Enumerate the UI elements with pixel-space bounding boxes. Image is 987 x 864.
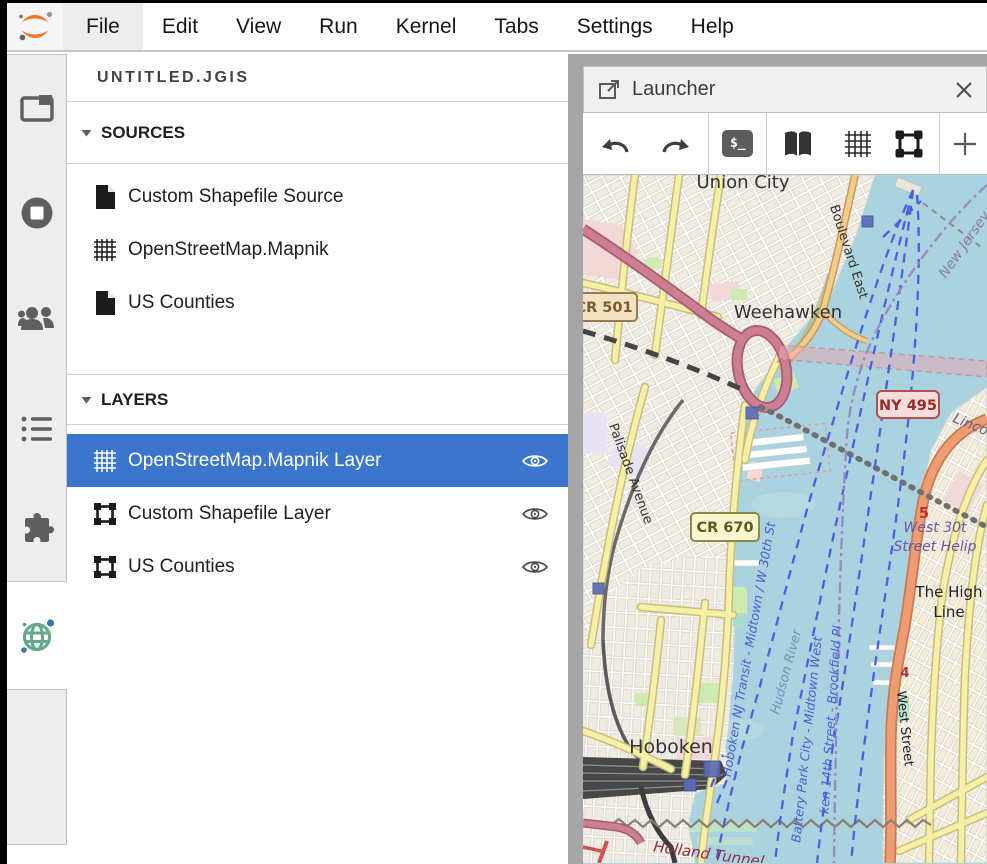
source-item-label: OpenStreetMap.Mapnik <box>128 239 568 261</box>
layers-header-label: LAYERS <box>101 390 168 410</box>
redo-icon <box>661 133 691 155</box>
layer-item-label: OpenStreetMap.Mapnik Layer <box>128 450 511 472</box>
map-label-weehawken: Weehawken <box>734 302 842 323</box>
gis-globe-icon <box>17 616 57 656</box>
map-label-highline-1: The High <box>914 583 982 601</box>
stac-browser-button[interactable] <box>775 113 820 174</box>
source-item-custom-shapefile[interactable]: Custom Shapefile Source <box>67 170 568 223</box>
sidebar-item-table-of-contents[interactable] <box>19 414 55 449</box>
menu-file[interactable]: File <box>63 3 143 50</box>
folder-icon <box>18 90 56 126</box>
layer-visibility-eye-icon[interactable] <box>522 559 548 575</box>
badge-cr501: CR 501 <box>583 293 637 321</box>
redo-button[interactable] <box>654 113 699 174</box>
launcher-popout-icon <box>597 78 621 102</box>
layer-item-custom-shapefile[interactable]: Custom Shapefile Layer <box>67 487 568 540</box>
main-area: UNTITLED.JGIS SOURCES Custom Shapefile S… <box>7 54 987 864</box>
layers-list: OpenStreetMap.Mapnik Layer Custom Shapef… <box>67 425 568 593</box>
dock-area: Launcher <box>583 54 987 864</box>
map-label-union-city: Union City <box>696 175 789 193</box>
badge-ny495: NY 495 <box>877 391 939 418</box>
plus-icon <box>953 132 977 156</box>
sidebar-item-jupytergis[interactable] <box>7 582 67 689</box>
menu-settings[interactable]: Settings <box>558 3 672 50</box>
jupyter-logo-icon <box>17 9 53 45</box>
menu-edit[interactable]: Edit <box>143 3 217 50</box>
menu-run[interactable]: Run <box>300 3 377 50</box>
layer-item-label: Custom Shapefile Layer <box>128 503 511 525</box>
map-view[interactable]: Union City Weehawken Hoboken Boulevard E… <box>583 175 987 864</box>
menu-tabs[interactable]: Tabs <box>475 3 557 50</box>
tab-close-button[interactable] <box>955 81 973 99</box>
open-book-icon <box>782 130 814 158</box>
new-vector-layer-button[interactable] <box>887 113 932 174</box>
layers-section: LAYERS OpenStreetMap.Mapnik Layer <box>67 374 568 593</box>
svg-text:CR 501: CR 501 <box>583 300 633 316</box>
source-item-label: US Counties <box>128 292 568 314</box>
sidebar-item-file-browser[interactable] <box>18 90 56 131</box>
stop-circle-icon <box>19 195 55 231</box>
file-icon <box>93 290 117 316</box>
source-item-us-counties[interactable]: US Counties <box>67 276 568 329</box>
map-label-heliport-1: West 30t <box>904 520 968 536</box>
sidebar-item-running[interactable] <box>19 195 55 236</box>
vector-polygon-icon <box>93 555 117 579</box>
panel-splitter[interactable] <box>568 54 583 864</box>
layers-section-header[interactable]: LAYERS <box>67 375 568 425</box>
tab-launcher-label[interactable]: Launcher <box>632 78 715 101</box>
source-item-label: Custom Shapefile Source <box>128 186 568 208</box>
new-terminal-button[interactable]: $_ <box>715 113 760 174</box>
close-icon <box>955 81 973 99</box>
raster-grid-icon <box>844 130 872 158</box>
jgis-panel: UNTITLED.JGIS SOURCES Custom Shapefile S… <box>67 54 568 864</box>
add-button[interactable] <box>942 113 987 174</box>
menu-help[interactable]: Help <box>672 3 753 50</box>
puzzle-icon <box>17 509 57 549</box>
terminal-icon: $_ <box>722 130 753 157</box>
list-icon <box>19 414 55 444</box>
file-icon <box>93 184 117 210</box>
layer-visibility-eye-icon[interactable] <box>522 453 548 469</box>
activity-sidebar <box>7 54 67 864</box>
sources-list: Custom Shapefile Source OpenStreetMap.Ma… <box>67 164 568 329</box>
map-label-hoboken: Hoboken <box>629 736 713 758</box>
source-item-osm-mapnik[interactable]: OpenStreetMap.Mapnik <box>67 223 568 276</box>
caret-down-icon <box>81 129 92 137</box>
layer-item-label: US Counties <box>128 556 511 578</box>
map-label-route-4: 4 <box>900 666 909 681</box>
menu-view[interactable]: View <box>217 3 300 50</box>
raster-grid-icon <box>93 238 117 262</box>
badge-cr670: CR 670 <box>691 513 759 541</box>
undo-button[interactable] <box>593 113 638 174</box>
map-label-heliport-2: Street Helip <box>893 539 976 555</box>
users-icon <box>17 304 57 334</box>
dock-tab-bar: Launcher <box>583 66 987 113</box>
map-label-highline-2: Line <box>933 603 964 621</box>
svg-text:CR 670: CR 670 <box>696 520 753 536</box>
window-top-edge <box>0 0 987 3</box>
svg-text:NY 495: NY 495 <box>879 398 937 414</box>
panel-title: UNTITLED.JGIS <box>67 54 568 102</box>
undo-icon <box>600 133 630 155</box>
sources-section-header[interactable]: SOURCES <box>67 102 568 164</box>
sidebar-bottom-group <box>7 689 67 845</box>
new-raster-layer-button[interactable] <box>836 113 881 174</box>
menu-bar: File Edit View Run Kernel Tabs Settings … <box>7 3 987 52</box>
layer-visibility-eye-icon[interactable] <box>522 506 548 522</box>
vector-polygon-icon <box>894 129 924 159</box>
raster-grid-icon <box>93 449 117 473</box>
map-canvas[interactable]: Union City Weehawken Hoboken Boulevard E… <box>583 175 987 863</box>
layer-item-osm-mapnik[interactable]: OpenStreetMap.Mapnik Layer <box>67 434 568 487</box>
vector-polygon-icon <box>93 502 117 526</box>
layer-item-us-counties[interactable]: US Counties <box>67 540 568 593</box>
sidebar-item-collaboration[interactable] <box>17 304 57 339</box>
sources-header-label: SOURCES <box>101 123 185 143</box>
window-left-edge <box>0 0 7 864</box>
jupyter-logo <box>7 3 63 50</box>
sidebar-item-extensions[interactable] <box>17 509 57 554</box>
gis-toolbar: $_ <box>583 113 987 175</box>
caret-down-icon <box>81 396 92 404</box>
menu-kernel[interactable]: Kernel <box>377 3 476 50</box>
